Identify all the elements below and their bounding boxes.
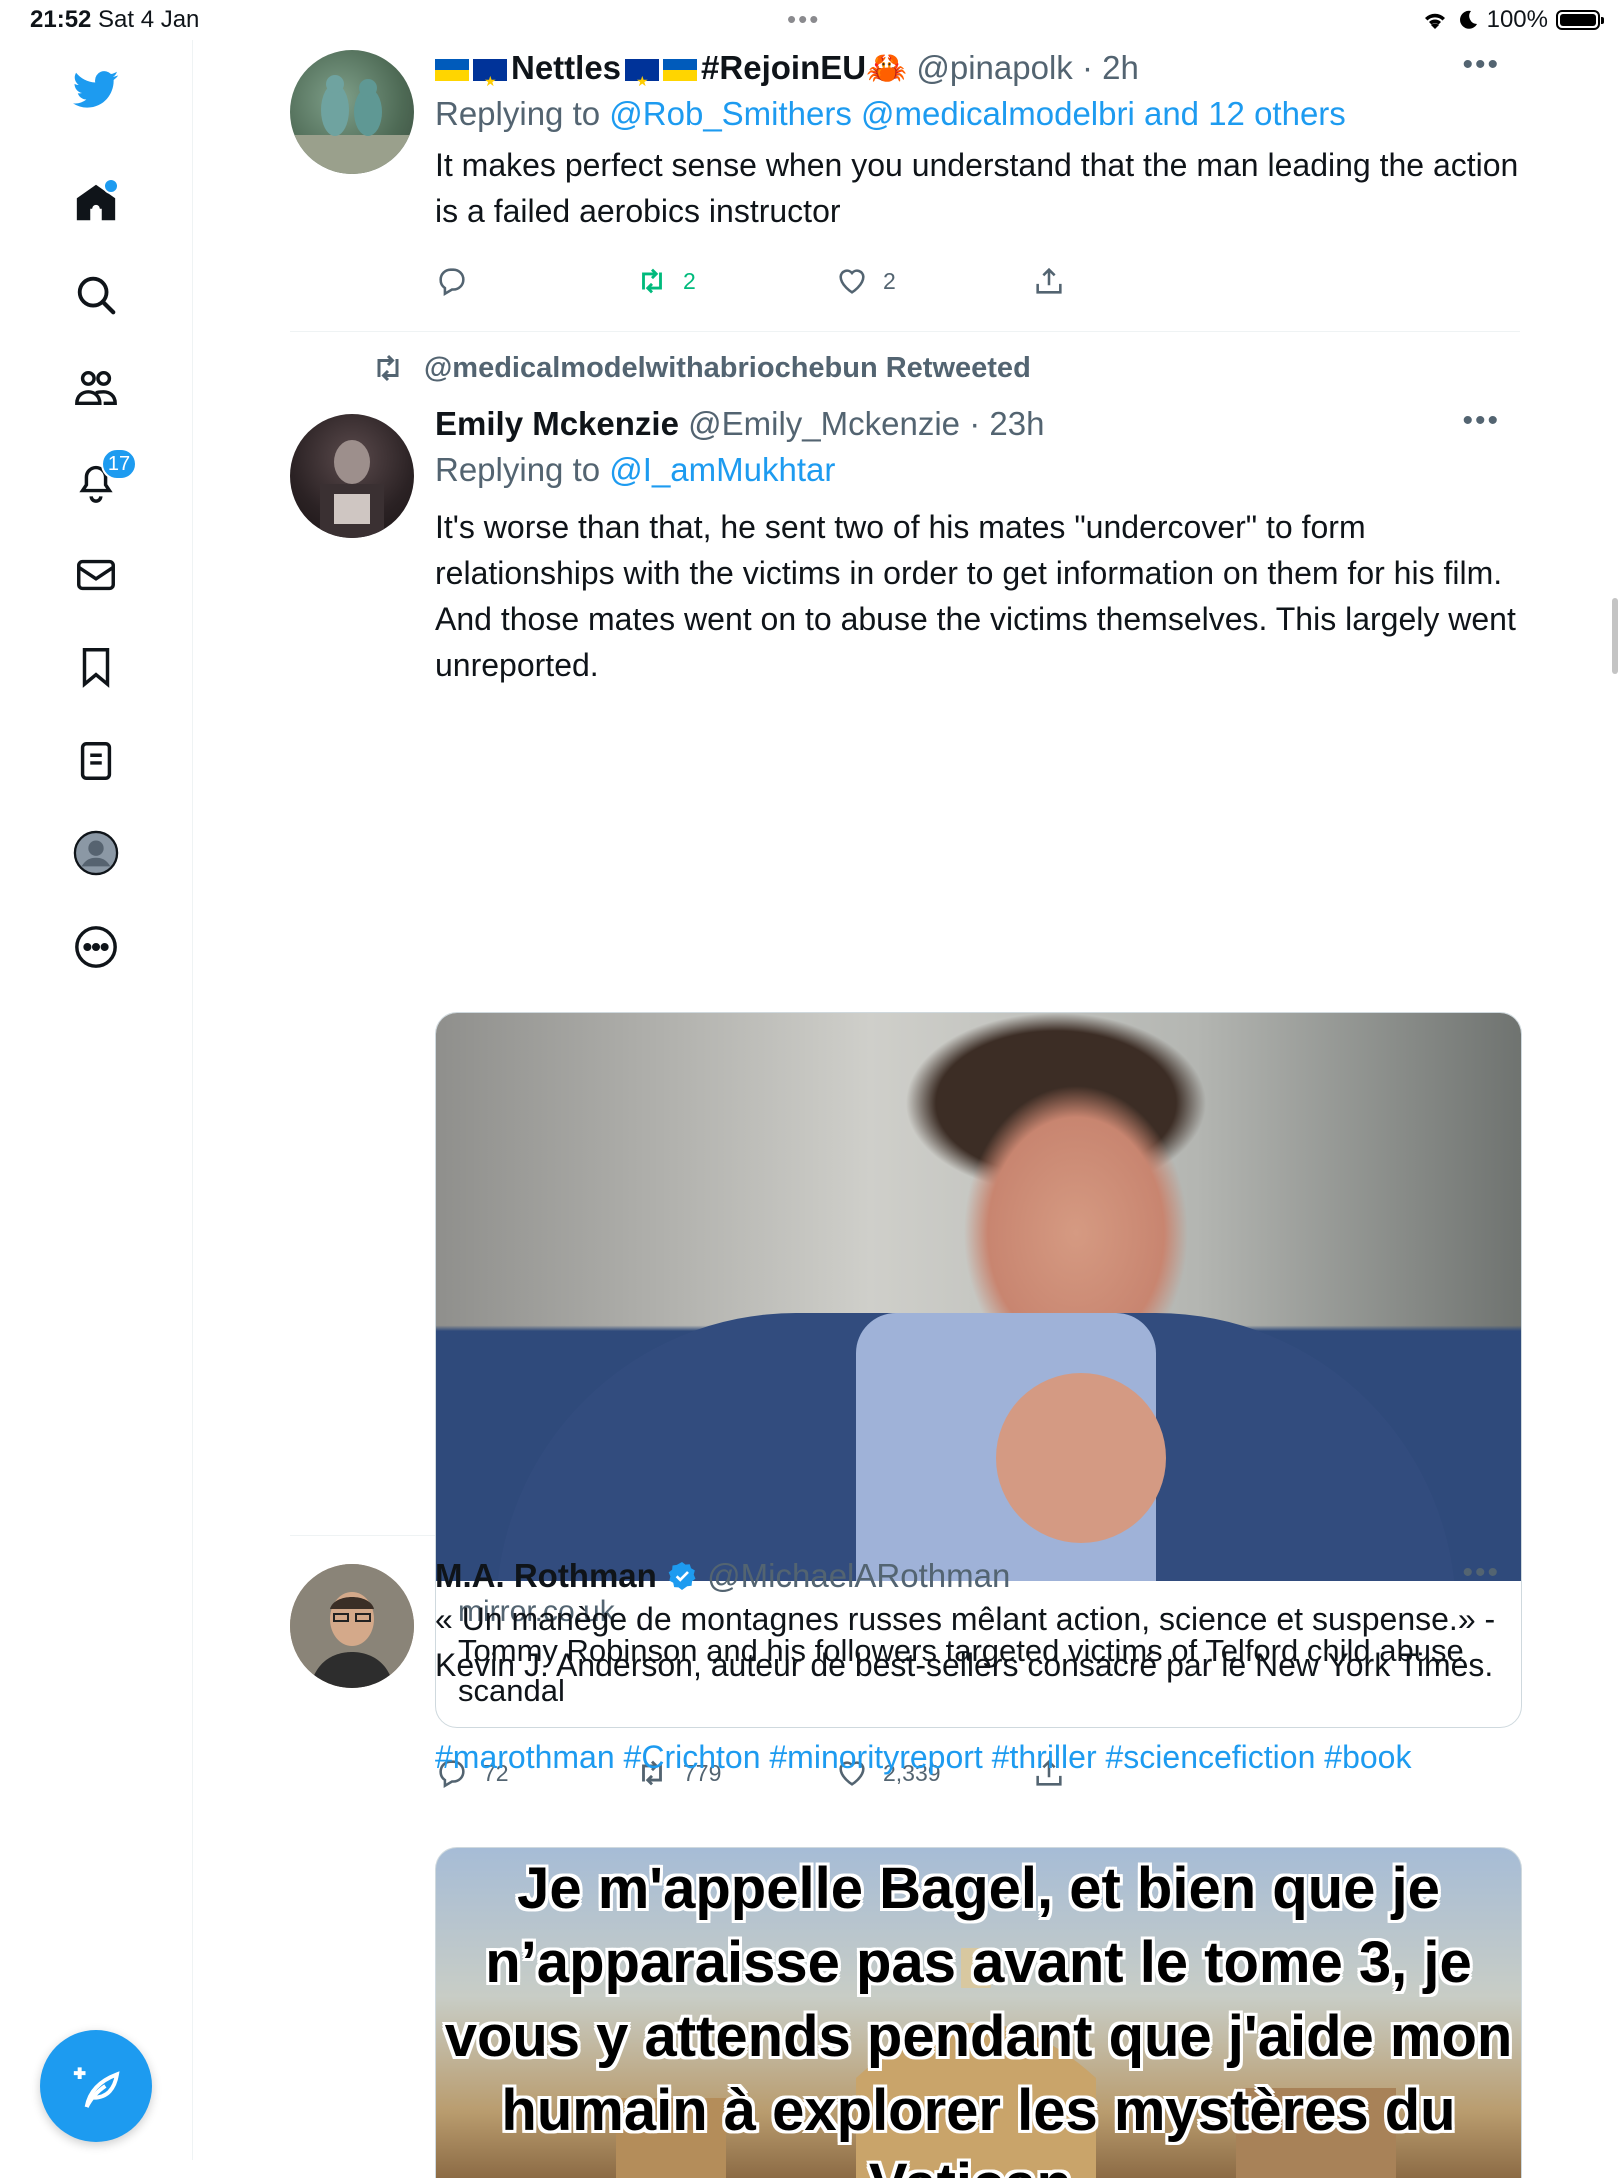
retweet-count: 2: [683, 267, 696, 294]
tweet[interactable]: Nettles #RejoinEU🦀 @pinapolk · 2h ••• Rep…: [290, 40, 1520, 332]
status-bar: 21:52 Sat 4 Jan ••• 100%: [0, 0, 1620, 40]
status-icons: 100%: [1421, 6, 1604, 34]
link-card-image: [436, 1013, 1521, 1581]
tweet-more-icon[interactable]: •••: [1462, 1556, 1500, 1590]
compose-tweet-icon: [73, 2067, 120, 2108]
retweet-button[interactable]: 2: [635, 264, 696, 298]
avatar-image: [290, 75, 414, 174]
verified-badge-icon: [668, 1562, 696, 1590]
ukraine-flag-icon: [435, 59, 469, 81]
handle[interactable]: @pinapolk: [916, 49, 1072, 86]
eu-flag-icon: [625, 59, 660, 101]
status-time: 21:52: [30, 6, 92, 33]
tweet-header: M.A. Rothman @MichaelARothman: [435, 1556, 1520, 1596]
notifications-badge: 17: [101, 448, 137, 480]
avatar[interactable]: [290, 50, 414, 174]
tweet-content: Emily Mckenzie @Emily_Mckenzie · 23h •••…: [435, 404, 1520, 688]
replying-to: Replying to @I_amMukhtar: [435, 450, 1520, 490]
like-button[interactable]: 2: [835, 264, 896, 298]
reply-button[interactable]: [435, 264, 483, 298]
home-icon[interactable]: [61, 168, 131, 238]
tweet-header: Emily Mckenzie @Emily_Mckenzie · 23h: [435, 404, 1520, 444]
replying-prefix: Replying to: [435, 95, 601, 132]
share-icon: [1036, 267, 1062, 294]
tweet-actions: 2 2: [435, 264, 1435, 304]
tweet-text: It's worse than that, he sent two of his…: [435, 509, 1516, 683]
timestamp[interactable]: · 2h: [1082, 49, 1139, 86]
display-name-suffix[interactable]: #RejoinEU: [701, 49, 866, 86]
compose-tweet-button[interactable]: [40, 2030, 152, 2142]
tweet-media[interactable]: Je m'appelle Bagel, et bien que je n’app…: [435, 1847, 1522, 2178]
sidebar: 17: [0, 40, 193, 2160]
avatar-image: [290, 1564, 414, 1688]
tweet[interactable]: M.A. Rothman @MichaelARothman ••• « Un m…: [290, 1536, 1522, 2178]
replying-to-link[interactable]: @Rob_Smithers @medicalmodelbri and 12 ot…: [609, 95, 1346, 132]
battery-icon: [1556, 10, 1604, 30]
bookmarks-icon[interactable]: [61, 632, 131, 702]
retweet-icon: [642, 268, 662, 294]
tweet-more-icon[interactable]: •••: [1462, 404, 1500, 438]
media-caption-text: Je m'appelle Bagel, et bien que je n’app…: [444, 1856, 1513, 2178]
avatar[interactable]: [290, 1564, 414, 1688]
messages-icon[interactable]: [61, 540, 131, 610]
timeline: Nettles #RejoinEU🦀 @pinapolk · 2h ••• Rep…: [290, 40, 1522, 2178]
avatar[interactable]: [290, 414, 414, 538]
retweeted-by-label[interactable]: @medicalmodelwithabriochebun Retweeted: [424, 352, 1031, 385]
tweet[interactable]: @medicalmodelwithabriochebun Retweeted E…: [290, 332, 1522, 1789]
crab-emoji-icon: 🦀: [866, 49, 908, 86]
tweet-header: Nettles #RejoinEU🦀 @pinapolk · 2h: [435, 48, 1520, 101]
twitter-logo-icon[interactable]: [61, 54, 131, 124]
like-count: 2: [883, 267, 896, 294]
reply-icon: [439, 268, 465, 297]
tweet-more-icon[interactable]: •••: [1462, 48, 1500, 82]
eu-flag-icon: [473, 59, 507, 101]
more-icon[interactable]: [61, 912, 131, 982]
battery-percent: 100%: [1486, 6, 1548, 33]
handle[interactable]: @Emily_Mckenzie: [688, 405, 960, 442]
battery-level: [1560, 14, 1596, 26]
communities-icon[interactable]: [61, 353, 131, 423]
replying-to: Replying to @Rob_Smithers @medicalmodelb…: [435, 94, 1520, 134]
tweet-content: M.A. Rothman @MichaelARothman ••• « Un m…: [435, 1556, 1520, 1780]
avatar-image: [320, 440, 384, 538]
search-icon[interactable]: [61, 260, 131, 330]
heart-icon: [839, 269, 865, 294]
display-name[interactable]: M.A. Rothman: [435, 1557, 657, 1594]
handle[interactable]: @MichaelARothman: [707, 1557, 1010, 1594]
tweet-content: Nettles #RejoinEU🦀 @pinapolk · 2h ••• Rep…: [435, 48, 1520, 234]
replying-to-link[interactable]: @I_amMukhtar: [609, 451, 835, 488]
wifi-icon: [1424, 13, 1445, 29]
do-not-disturb-icon: [1459, 10, 1477, 29]
home-new-dot: [103, 178, 119, 194]
notifications-icon[interactable]: 17: [61, 446, 137, 516]
card-image-shape: [996, 1373, 1166, 1543]
tweet-text: It makes perfect sense when you understa…: [435, 147, 1519, 229]
timestamp[interactable]: · 23h: [969, 405, 1044, 442]
display-name[interactable]: Emily Mckenzie: [435, 405, 679, 442]
multitasking-handle[interactable]: •••: [787, 4, 820, 35]
scrollbar[interactable]: [1612, 598, 1618, 674]
lists-icon[interactable]: [61, 726, 131, 796]
display-name[interactable]: Nettles: [511, 49, 621, 86]
share-button[interactable]: [1032, 264, 1066, 298]
status-date: Sat 4 Jan: [98, 6, 200, 33]
tweet-text: « Un manège de montagnes russes mêlant a…: [435, 1601, 1496, 1683]
replying-prefix: Replying to: [435, 451, 601, 488]
profile-icon[interactable]: [61, 818, 131, 888]
hashtags[interactable]: #marothman #Crichton #minorityreport #th…: [435, 1734, 1520, 1780]
retweeted-by: @medicalmodelwithabriochebun Retweeted: [370, 350, 1031, 386]
ukraine-flag-icon: [663, 59, 698, 81]
retweet-icon: [377, 354, 399, 382]
